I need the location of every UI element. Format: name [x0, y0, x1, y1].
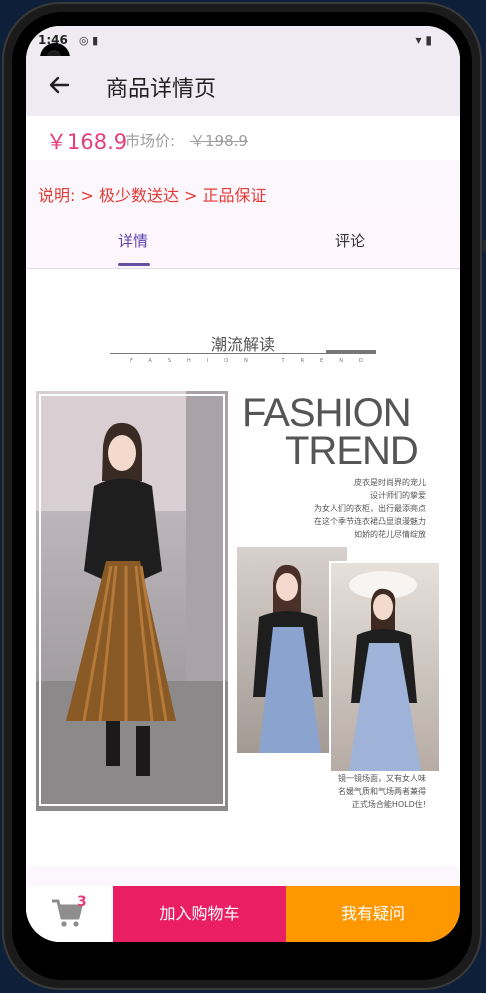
- section-divider: [110, 353, 376, 354]
- intro-line: 如娇的花儿尽情绽放: [354, 530, 426, 539]
- status-notification-icons: ◎ ▮: [79, 34, 99, 47]
- app-bar: 商品详情页: [26, 56, 460, 116]
- product-detail-image: 潮流解读 FASHION TREND FASHION TREND 皮衣是时尚界的…: [26, 269, 460, 866]
- page-title: 商品详情页: [106, 77, 217, 102]
- fashion-title-line2: TREND: [285, 429, 419, 473]
- bottom-action-bar: 3 加入购物车 我有疑问: [26, 886, 460, 942]
- photo-caption: 镜一镜场面，又有女人味 名媛气质和气场两者兼得 正式场合能HOLD住!: [306, 772, 426, 811]
- cart-count-badge: 3: [77, 894, 87, 910]
- status-bar: 1:46 ◎ ▮ ▾ ▮: [26, 26, 460, 56]
- section-title: 潮流解读: [210, 335, 275, 354]
- cart-button[interactable]: 3: [26, 886, 113, 942]
- intro-line: 在这个季节连衣裙凸显浪漫魅力: [314, 517, 426, 526]
- section-subtitle: FASHION TREND: [130, 358, 379, 364]
- model-figure-3: [349, 571, 421, 771]
- tab-indicator: [118, 263, 150, 266]
- intro-line: 皮衣是时尚界的宠儿: [354, 478, 426, 487]
- status-system-icons: ▾ ▮: [415, 33, 432, 47]
- current-price: ￥168.9: [46, 130, 128, 154]
- add-to-cart-button[interactable]: 加入购物车: [113, 886, 286, 942]
- tab-bar: 详情 评论: [26, 212, 460, 269]
- intro-line: 设计师们的挚爱: [370, 491, 426, 500]
- description-text: 说明: > 极少数送达 > 正品保证: [38, 186, 267, 205]
- phone-frame: 1:46 ◎ ▮ ▾ ▮ 商品详情页 ￥168.9 市场价: ￥198.9 说明…: [2, 2, 486, 990]
- tab-comments[interactable]: 评论: [335, 230, 365, 251]
- market-price-label: 市场价:: [125, 132, 176, 150]
- caption-line: 镜一镜场面，又有女人味: [338, 774, 426, 783]
- price-row: ￥168.9 市场价: ￥198.9: [26, 116, 460, 160]
- intro-line: 为女人们的衣柜，出行最添亮点: [314, 504, 426, 513]
- description-row: 说明: > 极少数送达 > 正品保证: [26, 160, 460, 212]
- model-photo-main: [36, 391, 228, 811]
- intro-text: 皮衣是时尚界的宠儿 设计师们的挚爱 为女人们的衣柜，出行最添亮点 在这个季节连衣…: [276, 476, 426, 541]
- caption-line: 名媛气质和气场两者兼得: [338, 787, 426, 796]
- ask-question-button[interactable]: 我有疑问: [286, 886, 460, 942]
- section-divider-accent: [326, 350, 376, 353]
- caption-line: 正式场合能HOLD住!: [351, 800, 426, 809]
- photo-frame: [39, 394, 225, 806]
- market-price-value: ￥198.9: [190, 132, 248, 150]
- tab-details[interactable]: 详情: [118, 230, 148, 251]
- model-photo-3: [329, 561, 441, 773]
- screen: 1:46 ◎ ▮ ▾ ▮ 商品详情页 ￥168.9 市场价: ￥198.9 说明…: [26, 26, 460, 942]
- back-arrow-icon[interactable]: [44, 70, 74, 100]
